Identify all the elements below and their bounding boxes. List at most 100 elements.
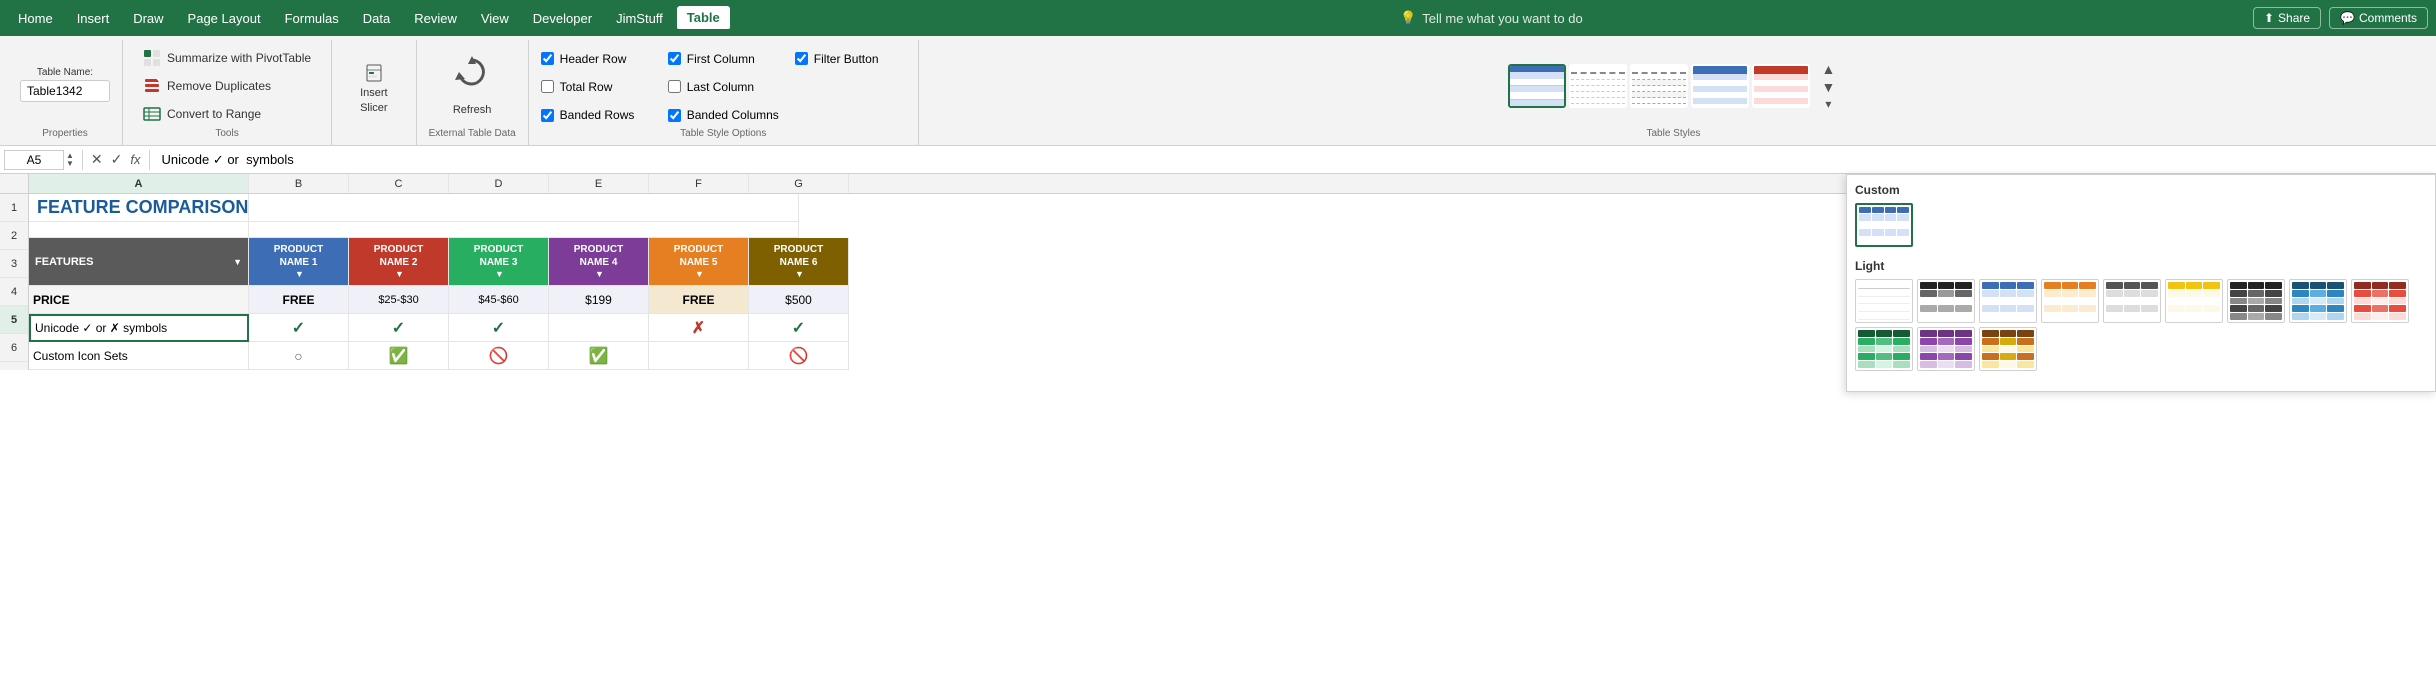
last-column-checkbox-label[interactable]: Last Column [668,80,779,94]
light-swatch-4[interactable] [2041,279,2099,323]
formula-input[interactable] [158,152,2432,167]
cell-f3[interactable]: PRODUCT NAME 5 ▼ [649,238,749,286]
cell-a2[interactable] [29,222,249,238]
p5-dropdown[interactable]: ▼ [695,269,704,281]
cell-d5[interactable]: ✓ [449,314,549,342]
cell-reference-input[interactable] [4,150,64,170]
table-style-swatch-2[interactable] [1569,64,1627,108]
menu-insert[interactable]: Insert [67,7,120,30]
col-header-c[interactable]: C [349,174,449,193]
light-swatch-3[interactable] [1979,279,2037,323]
custom-swatch-1[interactable] [1855,203,1913,247]
scroll-up-icon[interactable]: ▲ [1822,61,1836,77]
light-swatch-6[interactable] [2165,279,2223,323]
light-swatch-2[interactable] [1917,279,1975,323]
cell-b6[interactable]: ○ [249,342,349,370]
col-header-f[interactable]: F [649,174,749,193]
cell-a5[interactable]: Unicode ✓ or ✗ symbols [29,314,249,342]
cell-a6[interactable]: Custom Icon Sets [29,342,249,370]
share-button[interactable]: ⬆ Share [2253,7,2321,29]
scroll-down-icon[interactable]: ▼ [1822,79,1836,95]
cell-ref-arrows[interactable]: ▲ ▼ [66,152,74,168]
cancel-formula-icon[interactable]: ✕ [91,151,103,168]
light-swatch-5[interactable] [2103,279,2161,323]
cell-g6[interactable]: 🚫 [749,342,849,370]
light-swatch-10[interactable] [1855,327,1913,371]
cell-e5[interactable] [549,314,649,342]
cell-a4[interactable]: PRICE [29,286,249,314]
menu-developer[interactable]: Developer [523,7,602,30]
menu-home[interactable]: Home [8,7,63,30]
cell-f5[interactable]: ✗ [649,314,749,342]
light-swatch-9[interactable] [2351,279,2409,323]
pivot-table-button[interactable]: Summarize with PivotTable [135,46,319,70]
light-swatch-11[interactable] [1917,327,1975,371]
cell-e4[interactable]: $199 [549,286,649,314]
table-name-input[interactable] [20,80,110,102]
banded-columns-checkbox[interactable] [668,109,681,122]
insert-slicer-button[interactable]: InsertSlicer [344,58,404,121]
table-style-swatch-3[interactable] [1630,64,1688,108]
cell-b1[interactable] [249,194,799,222]
col-header-b[interactable]: B [249,174,349,193]
refresh-button[interactable]: Refresh [436,46,508,122]
table-style-swatch-4[interactable] [1691,64,1749,108]
cell-d6[interactable]: 🚫 [449,342,549,370]
p6-dropdown[interactable]: ▼ [795,269,804,281]
light-swatch-12[interactable] [1979,327,2037,371]
col-header-d[interactable]: D [449,174,549,193]
light-swatch-1[interactable] [1855,279,1913,323]
menu-data[interactable]: Data [353,7,400,30]
menu-table[interactable]: Table [677,6,730,31]
scroll-more-icon[interactable]: ▾ [1825,97,1831,111]
cell-a1[interactable]: FEATURE COMPARISON [29,194,249,222]
total-row-checkbox[interactable] [541,80,554,93]
table-styles-scroll[interactable]: ▲ ▼ ▾ [1818,59,1840,113]
cell-g5[interactable]: ✓ [749,314,849,342]
col-header-e[interactable]: E [549,174,649,193]
last-column-checkbox[interactable] [668,80,681,93]
cell-c3[interactable]: PRODUCT NAME 2 ▼ [349,238,449,286]
p1-dropdown[interactable]: ▼ [295,269,304,281]
cell-e3[interactable]: PRODUCT NAME 4 ▼ [549,238,649,286]
col-header-a[interactable]: A [29,174,249,193]
banded-rows-checkbox[interactable] [541,109,554,122]
cell-a3[interactable]: FEATURES ▼ [29,238,249,286]
menu-review[interactable]: Review [404,7,467,30]
remove-duplicates-button[interactable]: Remove Duplicates [135,74,319,98]
table-style-swatch-1[interactable] [1508,64,1566,108]
cell-d3[interactable]: PRODUCT NAME 3 ▼ [449,238,549,286]
cell-b2[interactable] [249,222,799,238]
light-swatch-7[interactable] [2227,279,2285,323]
cell-f6[interactable] [649,342,749,370]
search-label[interactable]: Tell me what you want to do [1422,11,1582,26]
features-dropdown-arrow[interactable]: ▼ [233,257,242,267]
p3-dropdown[interactable]: ▼ [495,269,504,281]
filter-button-checkbox[interactable] [795,52,808,65]
p4-dropdown[interactable]: ▼ [595,269,604,281]
cell-e6[interactable]: ✅ [549,342,649,370]
cell-g3[interactable]: PRODUCT NAME 6 ▼ [749,238,849,286]
convert-to-range-button[interactable]: Convert to Range [135,102,319,126]
cell-d4[interactable]: $45-$60 [449,286,549,314]
menu-jimstuff[interactable]: JimStuff [606,7,673,30]
cell-b4[interactable]: FREE [249,286,349,314]
header-row-checkbox-label[interactable]: Header Row [541,52,652,66]
header-row-checkbox[interactable] [541,52,554,65]
table-style-swatch-5[interactable] [1752,64,1810,108]
comments-button[interactable]: 💬 Comments [2329,7,2428,29]
menu-formulas[interactable]: Formulas [275,7,349,30]
col-header-g[interactable]: G [749,174,849,193]
menu-page-layout[interactable]: Page Layout [178,7,271,30]
banded-columns-checkbox-label[interactable]: Banded Columns [668,108,779,122]
filter-button-checkbox-label[interactable]: Filter Button [795,52,906,66]
p2-dropdown[interactable]: ▼ [395,269,404,281]
cell-c6[interactable]: ✅ [349,342,449,370]
arrow-down-icon[interactable]: ▼ [66,160,74,168]
menu-view[interactable]: View [471,7,519,30]
banded-rows-checkbox-label[interactable]: Banded Rows [541,108,652,122]
light-swatch-8[interactable] [2289,279,2347,323]
cell-b3[interactable]: PRODUCT NAME 1 ▼ [249,238,349,286]
first-column-checkbox[interactable] [668,52,681,65]
cell-f4[interactable]: FREE [649,286,749,314]
